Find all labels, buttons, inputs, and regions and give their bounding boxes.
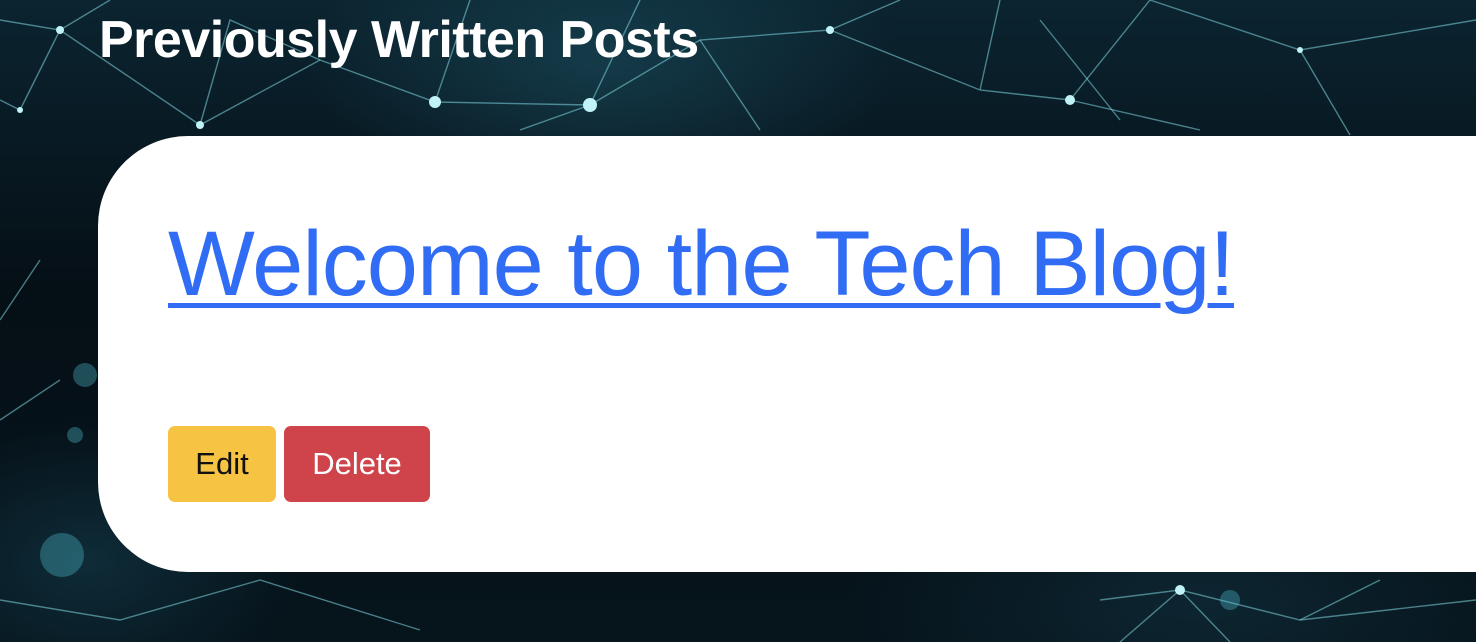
page-title: Previously Written Posts xyxy=(99,11,699,69)
edit-button[interactable]: Edit xyxy=(168,426,276,502)
post-card: Welcome to the Tech Blog! Edit Delete xyxy=(98,136,1476,572)
post-title-link[interactable]: Welcome to the Tech Blog! xyxy=(168,214,1235,314)
delete-button[interactable]: Delete xyxy=(284,426,430,502)
